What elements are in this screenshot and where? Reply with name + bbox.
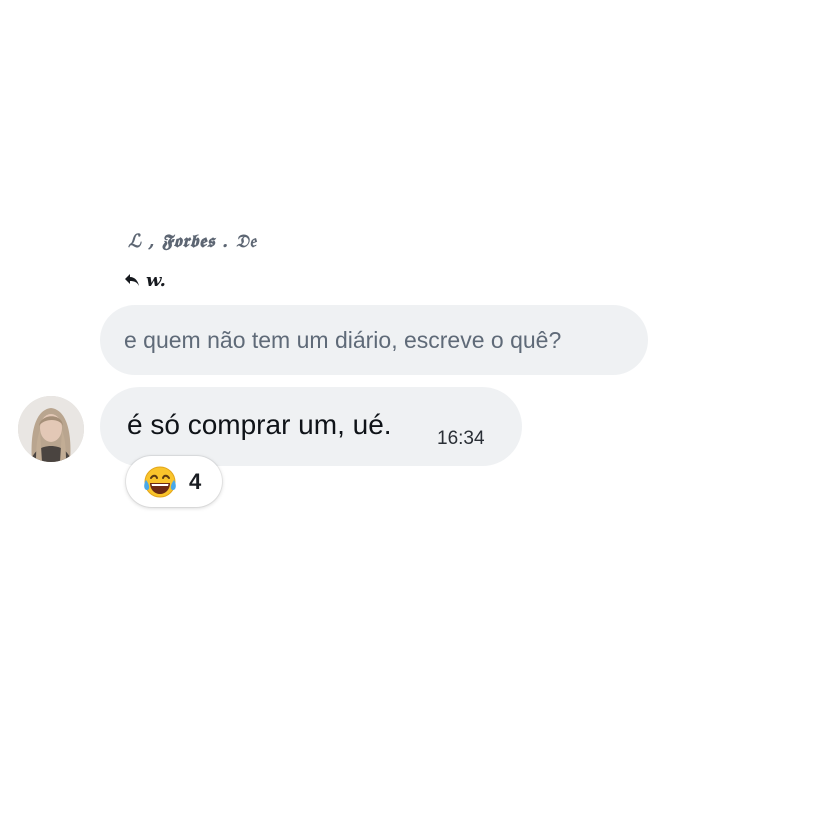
message-bubble[interactable]: é só comprar um, ué. 16:34 bbox=[100, 387, 522, 466]
reply-arrow-icon bbox=[124, 272, 140, 288]
avatar[interactable] bbox=[18, 396, 84, 462]
reaction-badge[interactable]: 4 bbox=[126, 456, 222, 507]
chat-view: ℒ , 𝕱𝖔𝖗𝖇𝖊𝖘 . 𝔇𝔢 w. e quem não tem um diá… bbox=[0, 0, 828, 828]
message-text: é só comprar um, ué. bbox=[127, 409, 392, 440]
reply-target-name: w. bbox=[146, 269, 166, 291]
sender-name: ℒ , 𝕱𝖔𝖗𝖇𝖊𝖘 . 𝔇𝔢 bbox=[128, 231, 257, 252]
quoted-message-bubble[interactable]: e quem não tem um diário, escreve o quê? bbox=[100, 305, 648, 375]
message-timestamp: 16:34 bbox=[437, 428, 485, 449]
reply-indicator[interactable]: w. bbox=[124, 268, 166, 292]
quoted-message-text: e quem não tem um diário, escreve o quê? bbox=[124, 326, 562, 353]
face-with-tears-of-joy-icon bbox=[143, 465, 177, 499]
reaction-count: 4 bbox=[189, 468, 202, 494]
